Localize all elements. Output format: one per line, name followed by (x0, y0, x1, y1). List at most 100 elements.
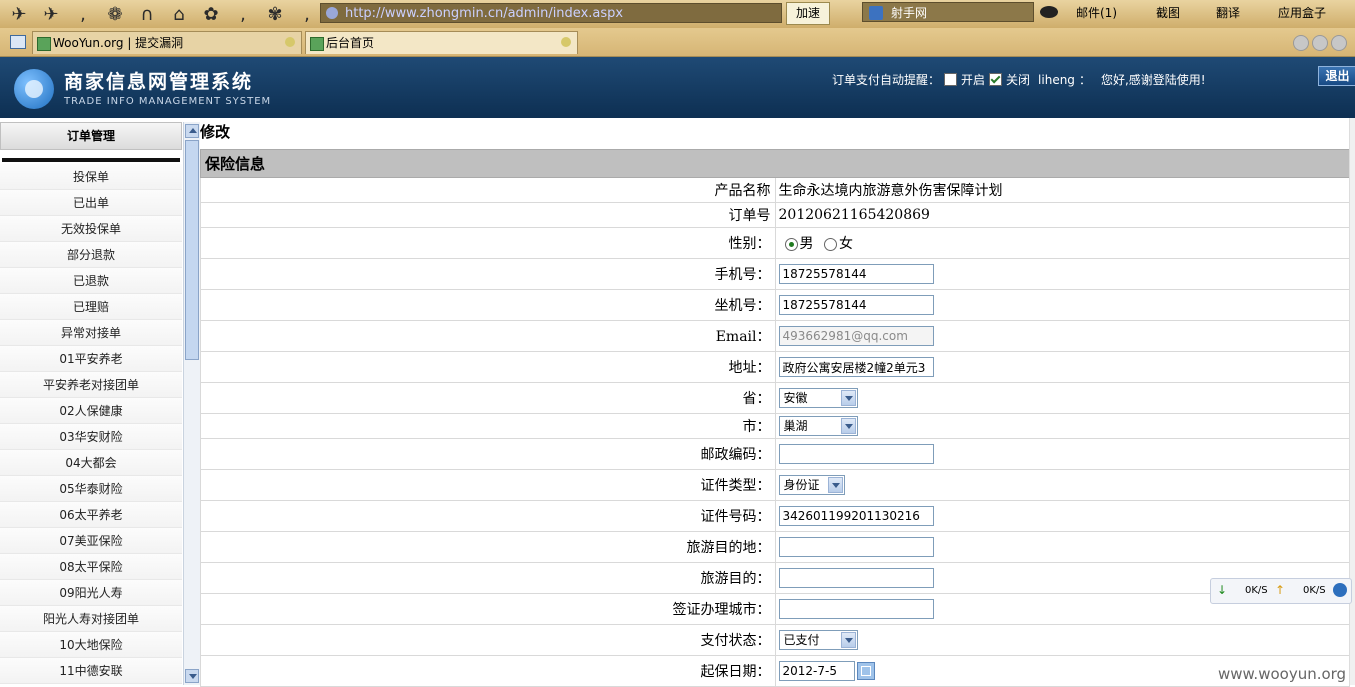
menu-icon[interactable] (1331, 35, 1347, 51)
watermark: www.wooyun.org (1218, 665, 1347, 683)
rabbit-icon[interactable]: ❁ (102, 4, 128, 25)
province-select[interactable]: 安徽 (778, 388, 858, 408)
horseshoe-icon[interactable]: ∩ (134, 4, 160, 25)
sidebar-item[interactable]: 11中德安联 (0, 658, 182, 684)
window-icon[interactable] (10, 35, 26, 49)
sidebar-item[interactable]: 无效投保单 (0, 216, 182, 242)
landline-label: 坐机号： (200, 289, 776, 321)
sidebar-item[interactable]: 投保单 (0, 164, 182, 190)
scroll-down-icon[interactable] (185, 669, 199, 683)
id-type-cell: 身份证 (774, 469, 1350, 501)
frog-icon[interactable]: ✿ (198, 4, 224, 25)
purpose-input[interactable] (778, 568, 934, 588)
sidebar-item[interactable]: 04大都会 (0, 450, 182, 476)
house-icon[interactable]: ⌂ (166, 4, 192, 25)
scroll-up-icon[interactable] (185, 124, 199, 138)
sidebar-item[interactable]: 08太平保险 (0, 554, 182, 580)
city-select[interactable]: 巢湖 (778, 416, 858, 436)
table-row: 地址： (200, 351, 1350, 383)
site-header: 商家信息网管理系统 TRADE INFO MANAGEMENT SYSTEM 订… (0, 57, 1355, 118)
sidebar-item[interactable]: 07美亚保险 (0, 528, 182, 554)
sidebar-item[interactable]: 部分退款 (0, 242, 182, 268)
header-user-area: 订单支付自动提醒： 开启 关闭 liheng ： 您好,感谢登陆使用! (832, 71, 1206, 88)
site-subtitle: TRADE INFO MANAGEMENT SYSTEM (64, 96, 272, 107)
comma-icon: , (240, 3, 246, 25)
page-icon (37, 37, 51, 51)
visa-city-label: 签证办理城市： (200, 593, 776, 625)
sidebar-item[interactable]: 阳光人寿对接团单 (0, 606, 182, 632)
speed-widget[interactable]: ↓ 0K/S ↑ 0K/S (1210, 578, 1352, 604)
search-box[interactable]: 射手网 (862, 2, 1034, 22)
province-value: 安徽 (783, 391, 808, 405)
calendar-icon[interactable] (856, 662, 875, 680)
screenshot-button[interactable]: 截图 (1156, 4, 1180, 21)
bird-icon[interactable]: ✈ (6, 4, 32, 25)
sidebar-scrollbar[interactable] (183, 122, 200, 685)
paw-icon[interactable]: ✾ (262, 4, 288, 25)
landline-input[interactable] (778, 295, 934, 315)
sidebar-item[interactable]: 06太平养老 (0, 502, 182, 528)
visa-city-input[interactable] (778, 599, 934, 619)
sidebar-item[interactable]: 平安养老对接团单 (0, 372, 182, 398)
sidebar-item[interactable]: 已理赔 (0, 294, 182, 320)
mobile-cell (774, 258, 1350, 290)
table-row: 手机号： (200, 258, 1350, 290)
destination-input[interactable] (778, 537, 934, 557)
chevron-down-icon[interactable] (840, 632, 856, 648)
gender-male-radio[interactable] (784, 237, 798, 251)
id-number-input[interactable] (778, 506, 934, 526)
bird-icon[interactable]: ✈ (38, 4, 64, 25)
id-type-select[interactable]: 身份证 (778, 475, 845, 495)
sidebar-item[interactable]: 异常对接单 (0, 320, 182, 346)
comma-icon: , (80, 3, 86, 25)
scroll-thumb[interactable] (185, 140, 199, 360)
back-icon[interactable] (1293, 35, 1309, 51)
sidebar-title[interactable]: 订单管理 (0, 122, 182, 150)
gender-female-radio[interactable] (823, 237, 837, 251)
logout-button[interactable]: 退出 (1318, 66, 1355, 86)
speed-button[interactable]: 加速 (786, 2, 830, 25)
tab-admin-home[interactable]: 后台首页 (305, 31, 578, 54)
appbox-button[interactable]: 应用盒子 (1278, 4, 1326, 21)
sidebar-item[interactable]: 09阳光人寿 (0, 580, 182, 606)
sidebar-item[interactable]: 已退款 (0, 268, 182, 294)
tab-wooyun[interactable]: WooYun.org | 提交漏洞 (32, 31, 302, 54)
postcode-input[interactable] (778, 444, 934, 464)
sidebar-item[interactable]: 05华泰财险 (0, 476, 182, 502)
id-number-cell (774, 500, 1350, 532)
pin-icon[interactable] (285, 37, 295, 47)
mobile-input[interactable] (778, 264, 934, 284)
pin-icon[interactable] (561, 37, 571, 47)
chevron-down-icon[interactable] (827, 477, 843, 493)
start-date-input[interactable] (778, 661, 855, 681)
browser-icon[interactable] (1333, 583, 1347, 597)
email-input[interactable] (778, 326, 934, 346)
order-no-label: 订单号 (200, 202, 776, 228)
forward-icon[interactable] (1312, 35, 1328, 51)
pay-status-select[interactable]: 已支付 (778, 630, 858, 650)
product-name-label: 产品名称 (200, 177, 776, 203)
city-label: 市： (200, 413, 776, 439)
address-url: http://www.zhongmin.cn/admin/index.aspx (345, 6, 624, 21)
section-title: 保险信息 (200, 149, 1350, 178)
reminder-off-label: 关闭 (1006, 73, 1031, 87)
address-input[interactable] (778, 357, 934, 377)
translate-button[interactable]: 翻译 (1216, 4, 1240, 21)
nav-buttons (1293, 35, 1347, 51)
mail-button[interactable]: 邮件(1) (1076, 4, 1117, 21)
reminder-on-checkbox[interactable] (944, 73, 958, 86)
sidebar-item[interactable]: 已出单 (0, 190, 182, 216)
eye-icon[interactable] (1040, 6, 1058, 18)
address-bar[interactable]: http://www.zhongmin.cn/admin/index.aspx (320, 3, 782, 23)
page-icon (310, 37, 324, 51)
sidebar-item[interactable]: 03华安财险 (0, 424, 182, 450)
sidebar-item[interactable]: 01平安养老 (0, 346, 182, 372)
chevron-down-icon[interactable] (840, 418, 856, 434)
sidebar-item[interactable]: 10大地保险 (0, 632, 182, 658)
chevron-down-icon[interactable] (840, 390, 856, 406)
id-type-value: 身份证 (783, 478, 820, 492)
reminder-off-checkbox[interactable] (989, 73, 1003, 86)
sidebar-item[interactable]: 02人保健康 (0, 398, 182, 424)
globe-icon (326, 7, 338, 19)
sidebar-divider (2, 158, 180, 162)
